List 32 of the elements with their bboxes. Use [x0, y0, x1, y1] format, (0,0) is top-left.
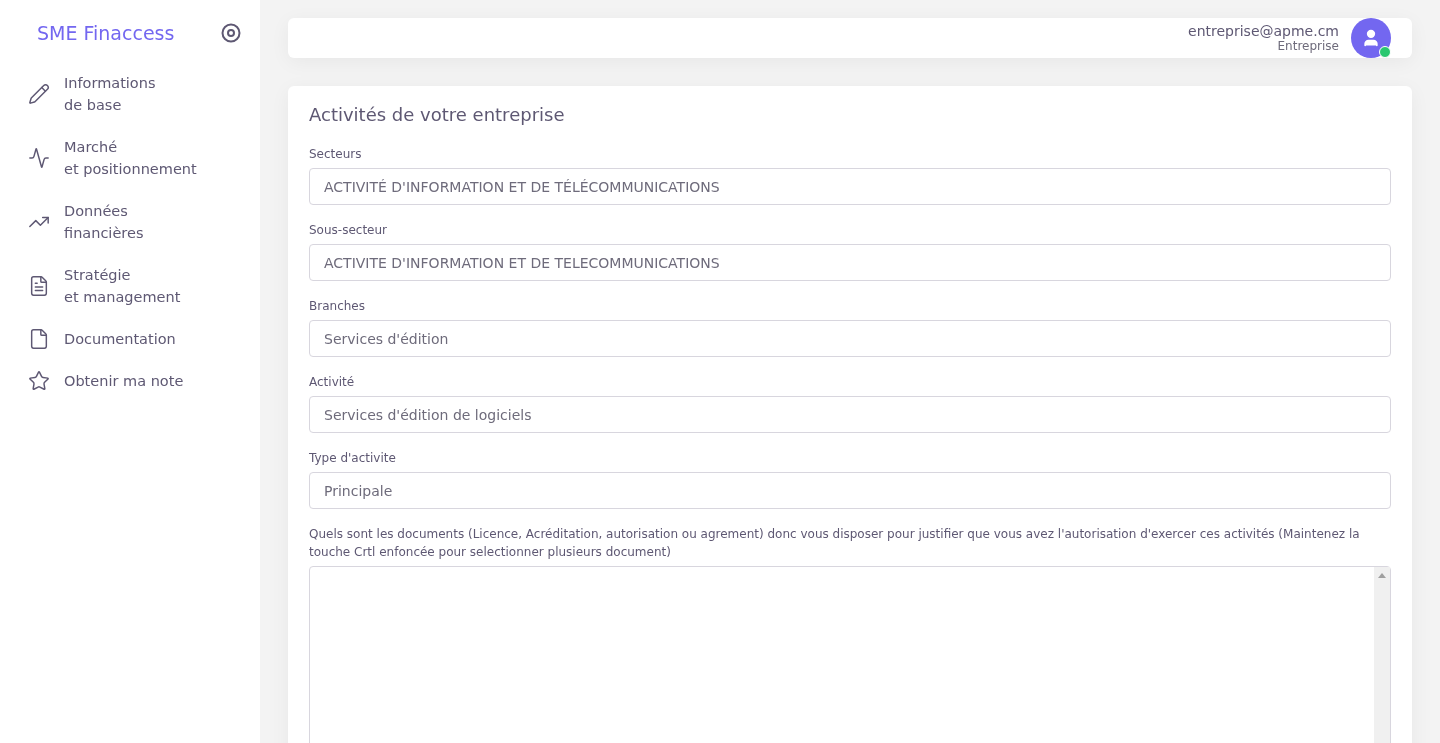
user-icon	[1361, 28, 1381, 48]
scrollbar[interactable]	[1374, 567, 1390, 743]
file-icon	[28, 328, 50, 350]
sidebar-item[interactable]: Données financières	[28, 192, 260, 252]
select-field[interactable]: ACTIVITE D'INFORMATION ET DE TELECOMMUNICATIONS	[309, 244, 1391, 281]
select-field[interactable]: ACTIVITÉ D'INFORMATION ET DE TÉLÉCOMMUNICATIONS	[309, 168, 1391, 205]
user-role: Entreprise	[1276, 39, 1339, 53]
sidebar-item[interactable]: Marché et positionnement	[28, 128, 260, 188]
document-icon	[28, 275, 50, 297]
user-avatar[interactable]	[1351, 18, 1391, 58]
select-field[interactable]: Services d'édition de logiciels	[309, 396, 1391, 433]
multi-select-field[interactable]	[309, 566, 1391, 743]
pulse-icon	[28, 147, 50, 169]
field-label: Type d'activite	[309, 450, 397, 467]
field-label: Secteurs	[309, 146, 363, 163]
sidebar-item[interactable]: Informations de base	[28, 64, 260, 124]
sidebar-item[interactable]: Obtenir ma note	[28, 362, 260, 400]
select-field[interactable]: Principale	[309, 472, 1391, 509]
pencil-icon	[28, 83, 50, 105]
sidebar-item[interactable]: Stratégie et management	[28, 256, 260, 316]
field-label: Quels sont les documents (Licence, Acréditation, autorisation ou agrement) donc vous disposer pour justifier que vous avez l'autorisation d'exercer ces activités (Maintenez la touche Crtl enfoncée pour selectionner plusieurs document)	[309, 526, 1361, 561]
user-email: entreprise@apme.cm	[1188, 23, 1339, 39]
scroll-up-icon	[1378, 573, 1386, 578]
sidebar-item[interactable]: Documentation	[28, 320, 260, 358]
field-label: Branches	[309, 298, 366, 315]
select-field[interactable]: Services d'édition	[309, 320, 1391, 357]
brand-title: SME Finaccess	[37, 22, 175, 44]
star-icon	[28, 370, 50, 392]
field-label: Sous-secteur	[309, 222, 388, 239]
field-label: Activité	[309, 374, 356, 391]
radio-circle-icon[interactable]	[221, 23, 241, 43]
form-title: Activités de votre entreprise	[309, 104, 566, 125]
